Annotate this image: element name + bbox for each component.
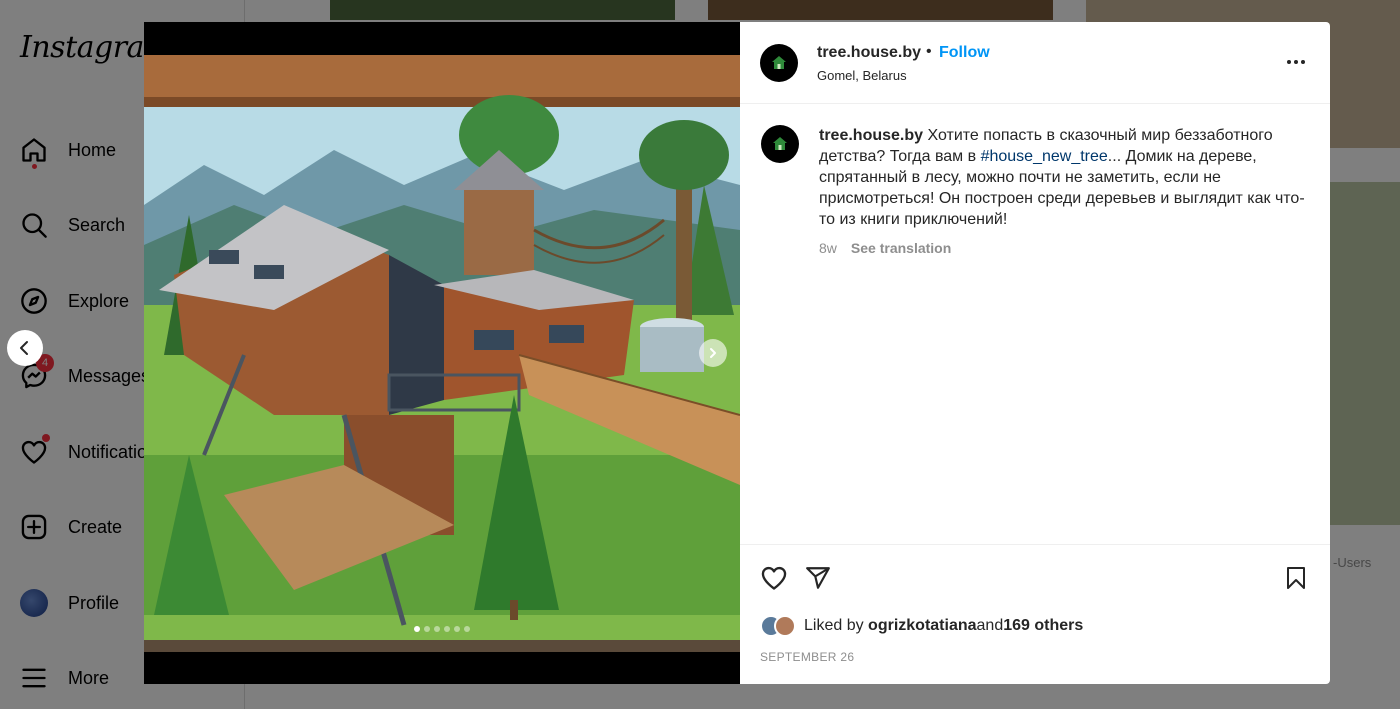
caption-username[interactable]: tree.house.by — [819, 127, 923, 144]
bookmark-icon — [1287, 567, 1305, 589]
send-icon — [806, 567, 830, 589]
next-image-button[interactable] — [699, 339, 727, 367]
more-dot — [1294, 60, 1298, 64]
post-image[interactable] — [144, 55, 740, 652]
chevron-left-icon — [20, 341, 28, 355]
more-dot — [1301, 60, 1305, 64]
post-media[interactable] — [144, 22, 740, 684]
carousel-dot — [444, 626, 450, 632]
post-date[interactable]: SEPTEMBER 26 — [760, 650, 854, 664]
carousel-dot — [434, 626, 440, 632]
caption-meta: 8w See translation — [819, 240, 951, 256]
likes-summary: Liked by ogrizkotatiana and 169 others — [760, 612, 1083, 640]
post-location[interactable]: Gomel, Belarus — [817, 68, 907, 83]
likes-others-link[interactable]: 169 others — [1003, 617, 1083, 635]
likes-middle: and — [976, 617, 1004, 634]
follow-button[interactable]: Follow — [939, 44, 990, 62]
more-options-button[interactable] — [1284, 52, 1308, 72]
caption-hashtag[interactable]: #house_new_tree — [981, 148, 1108, 165]
avatar[interactable] — [760, 44, 798, 82]
divider — [740, 544, 1330, 545]
share-button[interactable] — [803, 563, 833, 593]
post-header: tree.house.by • Follow Gomel, Belarus — [740, 22, 1330, 104]
see-translation-link[interactable]: See translation — [851, 240, 951, 256]
house-logo-icon — [773, 137, 787, 150]
first-liker-link[interactable]: ogrizkotatiana — [868, 617, 976, 635]
more-dot — [1287, 60, 1291, 64]
post-age[interactable]: 8w — [819, 240, 837, 256]
liker-avatar[interactable] — [774, 615, 796, 637]
heart-icon — [761, 566, 787, 590]
caption-avatar[interactable] — [761, 125, 799, 163]
house-logo-icon — [772, 56, 786, 69]
post-caption: tree.house.by Хотите попасть в сказочный… — [819, 125, 1309, 230]
post-author-username[interactable]: tree.house.by — [817, 44, 921, 62]
separator-dot: • — [926, 43, 932, 60]
carousel-dot — [454, 626, 460, 632]
chevron-right-icon — [710, 348, 716, 358]
carousel-indicator — [144, 626, 740, 632]
like-button[interactable] — [759, 563, 789, 593]
save-button[interactable] — [1281, 563, 1311, 593]
post-modal: tree.house.by • Follow Gomel, Belarus tr… — [144, 22, 1330, 684]
carousel-dot — [464, 626, 470, 632]
likes-prefix: Liked by — [804, 617, 864, 634]
carousel-dot — [424, 626, 430, 632]
post-details-panel: tree.house.by • Follow Gomel, Belarus tr… — [740, 22, 1330, 684]
carousel-dot — [414, 626, 420, 632]
previous-post-button[interactable] — [7, 330, 43, 366]
